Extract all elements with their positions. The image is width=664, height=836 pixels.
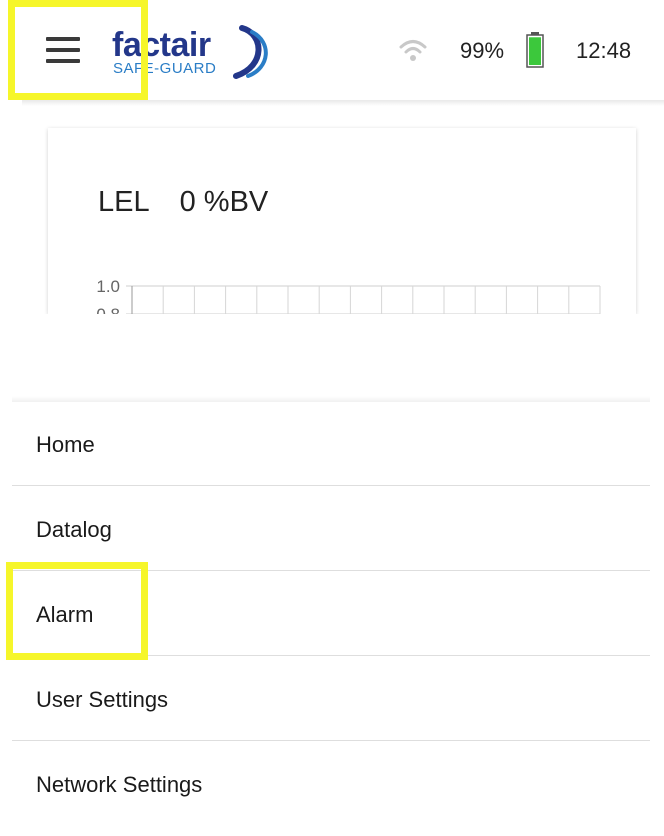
gas-reading: LEL 0 %BV <box>98 186 268 219</box>
gas-value: 0 %BV <box>179 186 269 218</box>
gas-label: LEL <box>98 186 150 218</box>
blank-area <box>0 314 664 402</box>
menu-item-user-settings[interactable]: User Settings <box>12 657 650 741</box>
top-bar-shadow <box>22 100 664 106</box>
highlight-box-menu <box>8 0 148 100</box>
logo-swoosh-icon <box>233 25 268 79</box>
menu-item-datalog[interactable]: Datalog <box>12 487 650 571</box>
battery-percent: 99% <box>460 38 505 63</box>
wifi-icon <box>399 40 427 61</box>
menu-item-network-settings[interactable]: Network Settings <box>12 742 650 826</box>
y-tick-label: 0.8 <box>96 305 120 314</box>
clock-time: 12:48 <box>576 38 632 63</box>
sensor-chart: 1.0 0.8 <box>96 278 601 314</box>
menu-item-home[interactable]: Home <box>12 402 650 486</box>
menu-item-label: Home <box>36 432 95 457</box>
y-tick-label: 1.0 <box>96 278 120 296</box>
menu-item-label: Network Settings <box>36 772 203 797</box>
reading-card: LEL 0 %BV 1.0 0.8 <box>48 128 636 314</box>
menu-item-label: User Settings <box>36 687 169 712</box>
battery-icon <box>526 32 544 68</box>
highlight-box-alarm <box>6 562 148 660</box>
menu-item-label: Datalog <box>36 517 112 542</box>
